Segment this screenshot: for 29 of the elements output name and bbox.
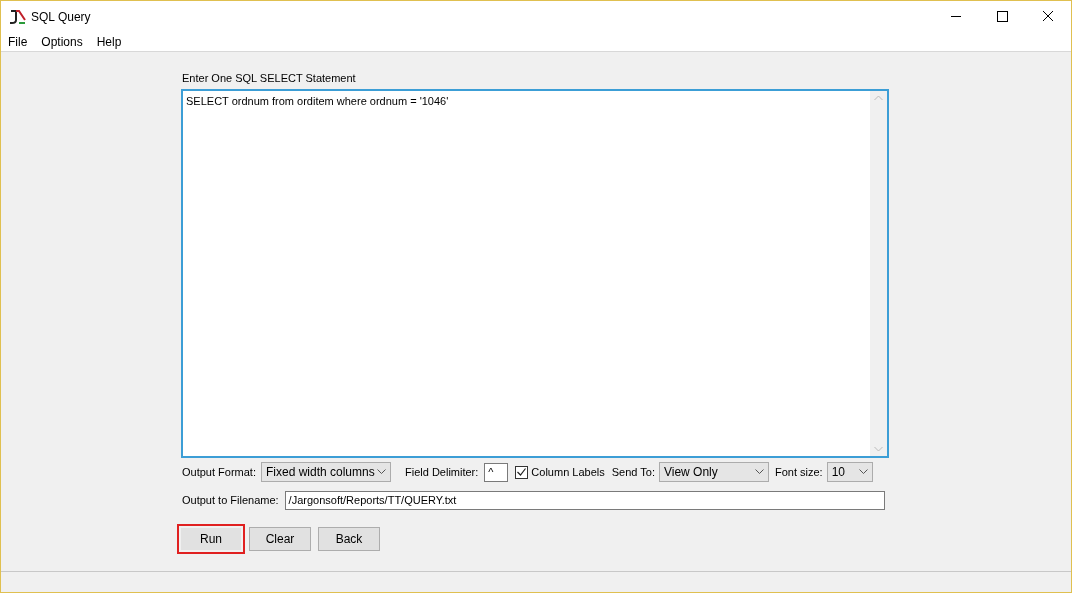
output-format-dropdown[interactable]: Fixed width columns — [261, 462, 391, 482]
check-icon — [517, 468, 527, 476]
field-delimiter-field[interactable]: ^ — [484, 462, 509, 482]
action-button[interactable]: Run — [177, 524, 245, 554]
output-filename-label: Output to Filename: — [182, 493, 279, 509]
menu-item[interactable]: Options — [34, 32, 90, 51]
query-text-area[interactable]: SELECT ordnum from orditem where ordnum = '1046' — [181, 89, 889, 458]
output-filename-field[interactable]: /Jargonsoft/Reports/TT/QUERY.txt — [284, 491, 885, 510]
scroll-down-icon[interactable] — [874, 446, 883, 452]
menu-item[interactable]: File — [1, 32, 35, 51]
send-to-dropdown[interactable]: View Only — [658, 462, 769, 482]
send-to-label: Send To: — [611, 464, 655, 480]
query-text: SELECT ordnum from orditem where ordnum = '1046' — [185, 94, 450, 109]
font-size-dropdown[interactable]: 10 — [826, 462, 873, 482]
column-labels-label: Column Labels — [531, 464, 605, 480]
caret-icon — [754, 469, 764, 475]
font-size-label: Font size: — [774, 464, 823, 480]
action-button[interactable]: Clear — [249, 527, 311, 551]
output-format-label: Output Format: — [182, 464, 256, 480]
field-delimiter-label: Field Delimiter: — [405, 464, 479, 480]
window-title: SQL Query — [31, 8, 91, 26]
caret-icon — [858, 469, 868, 475]
app-logo-icon — [9, 8, 27, 25]
column-labels-checkbox[interactable] — [515, 465, 529, 479]
action-button[interactable]: Back — [318, 527, 380, 551]
query-label: Enter One SQL SELECT Statement — [182, 71, 357, 84]
menu-item[interactable]: Help — [89, 32, 129, 51]
scroll-up-icon[interactable] — [874, 95, 883, 101]
caret-icon — [377, 469, 386, 475]
